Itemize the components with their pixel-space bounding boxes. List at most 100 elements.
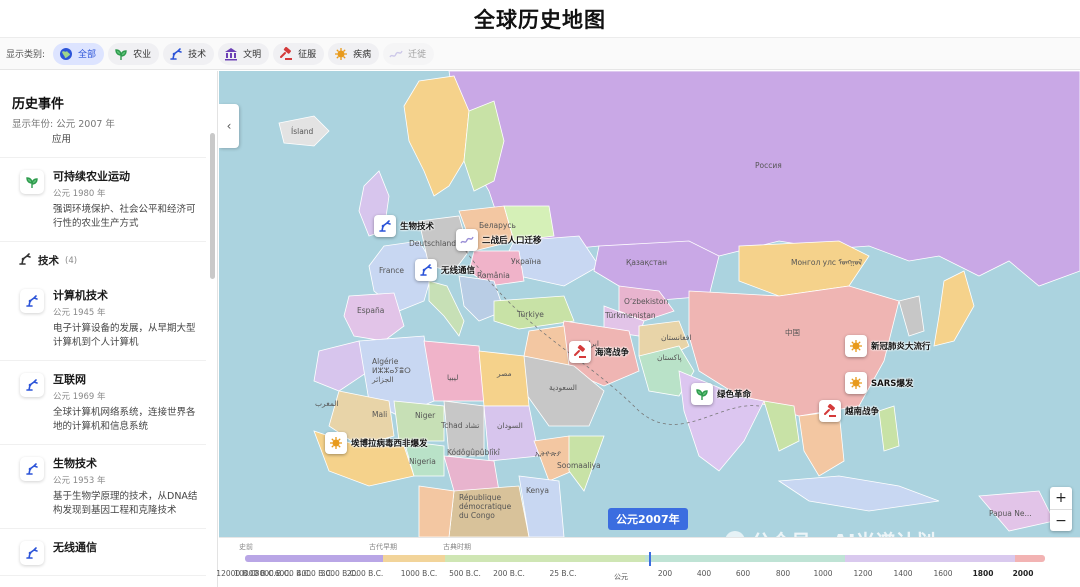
- filter-chip-migration[interactable]: 迁徙: [383, 42, 435, 65]
- sidebar-scrollbar[interactable]: [210, 133, 215, 587]
- event-list[interactable]: 应用 可持续农业运动 公元 1980 年 强调环境保护、社会公平和经济可行性的农…: [0, 133, 206, 587]
- map-marker-green-revolution[interactable]: 绿色革命: [691, 383, 751, 405]
- timeline-tick-label: 1600: [933, 569, 953, 578]
- era-segment-classical: [445, 555, 645, 562]
- era-label: 古代早期: [369, 543, 397, 551]
- globe-icon: [58, 46, 74, 62]
- zoom-in-button[interactable]: +: [1050, 487, 1072, 509]
- region-philippines: [878, 405, 900, 452]
- event-item-internet[interactable]: 互联网 公元 1969 年 全球计算机网络系统，连接世界各地的计算机和信息系统: [0, 361, 206, 445]
- event-title: 计算机技术: [53, 289, 108, 302]
- event-year: 公元 1969 年: [53, 392, 106, 402]
- era-segment-early-ancient: [383, 555, 445, 562]
- wave-icon: [456, 229, 478, 251]
- world-map[interactable]: ‹ Ísland Россия Қазақстан Монгол улс ᠮᠣᠩ…: [219, 71, 1080, 537]
- country-label: Россия: [755, 161, 782, 170]
- map-marker-vietnam-war[interactable]: 越南战争: [819, 400, 879, 422]
- country-label: 中国: [785, 328, 800, 337]
- sidebar-year-display: 显示年份: 公元 2007 年: [12, 119, 115, 130]
- filter-chip-conquest[interactable]: 征服: [273, 42, 325, 65]
- chevron-left-icon: ‹: [226, 119, 232, 133]
- region-myanmar: [763, 400, 800, 452]
- robot-arm-icon: [374, 215, 396, 237]
- timeline-tick-label: 1400: [893, 569, 913, 578]
- event-item-computer[interactable]: 计算机技术 公元 1945 年 电子计算设备的发展，从早期大型计算机到个人计算机: [0, 277, 206, 361]
- country-label: Tchad تشاد: [441, 421, 480, 430]
- timeline-tick-label: 200: [657, 569, 673, 578]
- era-segment-prehistoric: [245, 555, 383, 562]
- country-label: France: [379, 266, 404, 275]
- country-label: España: [357, 306, 385, 315]
- scrollbar-thumb[interactable]: [210, 133, 215, 279]
- filter-chip-agriculture[interactable]: 农业: [108, 42, 160, 65]
- country-label: Niger: [415, 411, 436, 420]
- timeline-tick-label: 800: [775, 569, 791, 578]
- country-label: المغرب: [315, 399, 339, 408]
- event-item-biotech[interactable]: 生物技术 公元 1953 年 基于生物学原理的技术，从DNA结构发现到基因工程和…: [0, 445, 206, 529]
- country-label: Türkiye: [517, 310, 544, 319]
- event-item-wireless[interactable]: 无线通信: [0, 529, 206, 576]
- collapse-sidebar-button[interactable]: ‹: [219, 104, 239, 148]
- region-libya: [423, 340, 485, 402]
- country-label: مصر: [497, 369, 512, 378]
- filter-chip-label: 农业: [133, 50, 152, 60]
- event-title: 互联网: [53, 373, 86, 386]
- map-marker-gulf-war[interactable]: 海湾战争: [569, 341, 629, 363]
- map-marker-covid[interactable]: 新冠肺炎大流行: [845, 335, 931, 357]
- marker-label: SARS爆发: [871, 379, 914, 389]
- virus-icon: [845, 335, 867, 357]
- event-year: 公元 1953 年: [53, 476, 106, 486]
- marker-label: 二战后人口迁移: [482, 236, 542, 246]
- filter-chip-civilization[interactable]: 文明: [218, 42, 270, 65]
- sidebar-title: 历史事件: [12, 97, 65, 112]
- group-label: 技术: [38, 255, 59, 267]
- map-marker-wireless[interactable]: 无线通信: [415, 259, 475, 281]
- timeline-tick-label: 1000: [813, 569, 833, 578]
- map-marker-sars[interactable]: SARS爆发: [845, 372, 913, 394]
- country-label: ليبيا: [447, 373, 459, 382]
- filter-chip-disease[interactable]: 疾病: [328, 42, 380, 65]
- map-marker-ebola[interactable]: 埃博拉病毒西非爆发: [325, 432, 428, 454]
- era-label: 古典时期: [443, 543, 471, 551]
- timeline-tick-label: 25 B.C.: [549, 569, 577, 578]
- event-item-sustainable-agriculture[interactable]: 可持续农业运动 公元 1980 年 强调环境保护、社会公平和经济可行性的农业生产…: [0, 158, 206, 242]
- robot-arm-icon: [168, 46, 184, 62]
- region-central-africa: [443, 455, 500, 492]
- category-filter-bar: 显示类别: 全部 农业 技术 文明 征服 疾病 迁徙: [0, 38, 1080, 70]
- robot-arm-icon: [20, 457, 44, 481]
- group-header-technology[interactable]: 技术 (4): [0, 242, 206, 277]
- country-label: Kódôgûpûblîkî: [447, 448, 500, 457]
- marker-label: 无线通信: [441, 266, 476, 276]
- country-label: السعودية: [549, 383, 578, 392]
- marker-label: 生物技术: [400, 222, 435, 232]
- event-sidebar: 历史事件 显示年份: 公元 2007 年 应用 可持续农业运动 公元 1980 …: [0, 71, 218, 587]
- country-label: السودان: [497, 421, 523, 430]
- sprout-icon: [113, 46, 129, 62]
- map-marker-migration[interactable]: 二战后人口迁移: [456, 229, 542, 251]
- timeline-tick-label: 公元: [614, 573, 628, 581]
- sidebar-header: 历史事件 显示年份: 公元 2007 年: [0, 71, 217, 138]
- marker-label: 绿色革命: [717, 390, 752, 400]
- country-label: République démocratique du Congo: [459, 493, 512, 520]
- current-year-badge: 公元2007年: [608, 508, 688, 530]
- marker-label: 越南战争: [845, 407, 880, 417]
- app-root: 全球历史地图 显示类别: 全部 农业 技术 文明 征服 疾病 迁徙 历史事件 显…: [0, 0, 1080, 587]
- map-marker-biotech[interactable]: 生物技术: [374, 215, 434, 237]
- zoom-control: + −: [1050, 487, 1072, 531]
- gavel-icon: [819, 400, 841, 422]
- event-description: 全球计算机网络系统，连接世界各地的计算机和信息系统: [53, 407, 196, 432]
- title-bar: 全球历史地图: [0, 0, 1080, 38]
- filter-chip-technology[interactable]: 技术: [163, 42, 215, 65]
- filter-chip-label: 疾病: [353, 50, 372, 60]
- group-count: (4): [65, 255, 78, 266]
- zoom-out-button[interactable]: −: [1050, 509, 1072, 531]
- event-title: 可持续农业运动: [53, 170, 130, 183]
- era-segment-modern: [1015, 555, 1045, 562]
- filter-chip-all[interactable]: 全部: [53, 42, 105, 65]
- timeline-cursor[interactable]: [649, 552, 651, 566]
- timeline-slider[interactable]: 史前 古代早期 古典时期 12000 B.C. 10000 B.C. 8000 B.…: [216, 537, 1080, 587]
- country-label: ኢትዮጵያ: [535, 449, 561, 458]
- wave-icon: [388, 46, 404, 62]
- country-label: Türkmenistan: [605, 311, 656, 320]
- timeline-track[interactable]: [245, 555, 1045, 562]
